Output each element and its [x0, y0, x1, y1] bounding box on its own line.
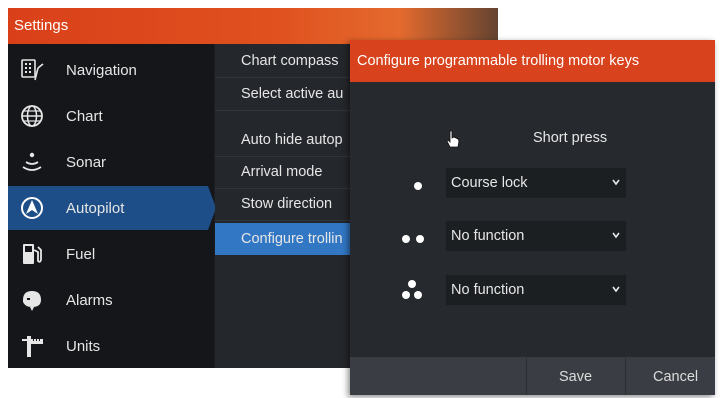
sidebar-item-navigation[interactable]: Navigation	[8, 48, 214, 92]
one-dot-icon	[408, 179, 428, 193]
sidebar-item-label: Autopilot	[66, 200, 125, 217]
sidebar-item-label: Units	[66, 338, 101, 355]
dialog-titlebar: Configure programmable trolling motor ke…	[350, 40, 715, 82]
trolling-keys-dialog: Configure programmable trolling motor ke…	[350, 40, 715, 395]
chevron-down-icon	[612, 179, 620, 186]
cancel-button[interactable]: Cancel	[625, 357, 716, 395]
sonar-icon	[22, 152, 42, 171]
sidebar-item-label: Navigation	[66, 62, 137, 79]
sidebar-item-label: Fuel	[66, 246, 96, 263]
short-press-select-key-3[interactable]: No function	[446, 275, 626, 305]
submenu-item-label: Auto hide autop	[241, 132, 343, 148]
globe-icon	[21, 105, 43, 127]
select-value: Course lock	[451, 175, 528, 191]
sidebar-item-autopilot[interactable]: Autopilot	[8, 186, 216, 230]
dialog-footer: Save Cancel	[350, 357, 715, 395]
submenu-item-label: Stow direction	[241, 196, 333, 212]
navigation-icon	[21, 59, 44, 81]
cancel-button-label: Cancel	[653, 369, 699, 385]
sidebar-item-label: Sonar	[66, 154, 107, 171]
sidebar-item-units[interactable]: Units	[8, 324, 214, 368]
submenu-item-label: Arrival mode	[241, 164, 323, 180]
sidebar-item-fuel[interactable]: Fuel	[8, 232, 214, 276]
save-button-label: Save	[559, 369, 593, 385]
dialog-title: Configure programmable trolling motor ke…	[357, 53, 640, 69]
settings-title: Settings	[14, 17, 69, 34]
two-dots-icon	[400, 232, 430, 246]
alarm-bell-icon	[23, 291, 41, 311]
select-value: No function	[451, 282, 525, 298]
settings-sidebar: Navigation Chart Sonar Autopilot Fuel Al…	[8, 44, 216, 368]
short-press-select-key-1[interactable]: Course lock	[446, 168, 626, 198]
submenu-item-label: Chart compass	[241, 53, 339, 69]
select-value: No function	[451, 228, 525, 244]
sidebar-item-label: Chart	[66, 108, 103, 125]
autopilot-icon	[21, 197, 43, 219]
hand-pointer-icon	[446, 130, 460, 148]
short-press-header: Short press	[533, 130, 608, 146]
sidebar-item-sonar[interactable]: Sonar	[8, 140, 214, 184]
fuel-icon	[23, 244, 42, 264]
short-press-select-key-2[interactable]: No function	[446, 221, 626, 251]
submenu-item-label: Select active au	[241, 86, 344, 102]
ruler-icon	[22, 336, 43, 357]
chevron-down-icon	[612, 232, 620, 239]
chevron-down-icon	[612, 286, 620, 293]
save-button[interactable]: Save	[526, 357, 625, 395]
sidebar-item-chart[interactable]: Chart	[8, 94, 214, 138]
settings-titlebar: Settings	[8, 8, 498, 44]
sidebar-item-alarms[interactable]: Alarms	[8, 278, 214, 322]
submenu-item-label: Configure trollin	[241, 231, 343, 247]
sidebar-item-label: Alarms	[66, 292, 113, 309]
three-dots-icon	[402, 279, 426, 301]
